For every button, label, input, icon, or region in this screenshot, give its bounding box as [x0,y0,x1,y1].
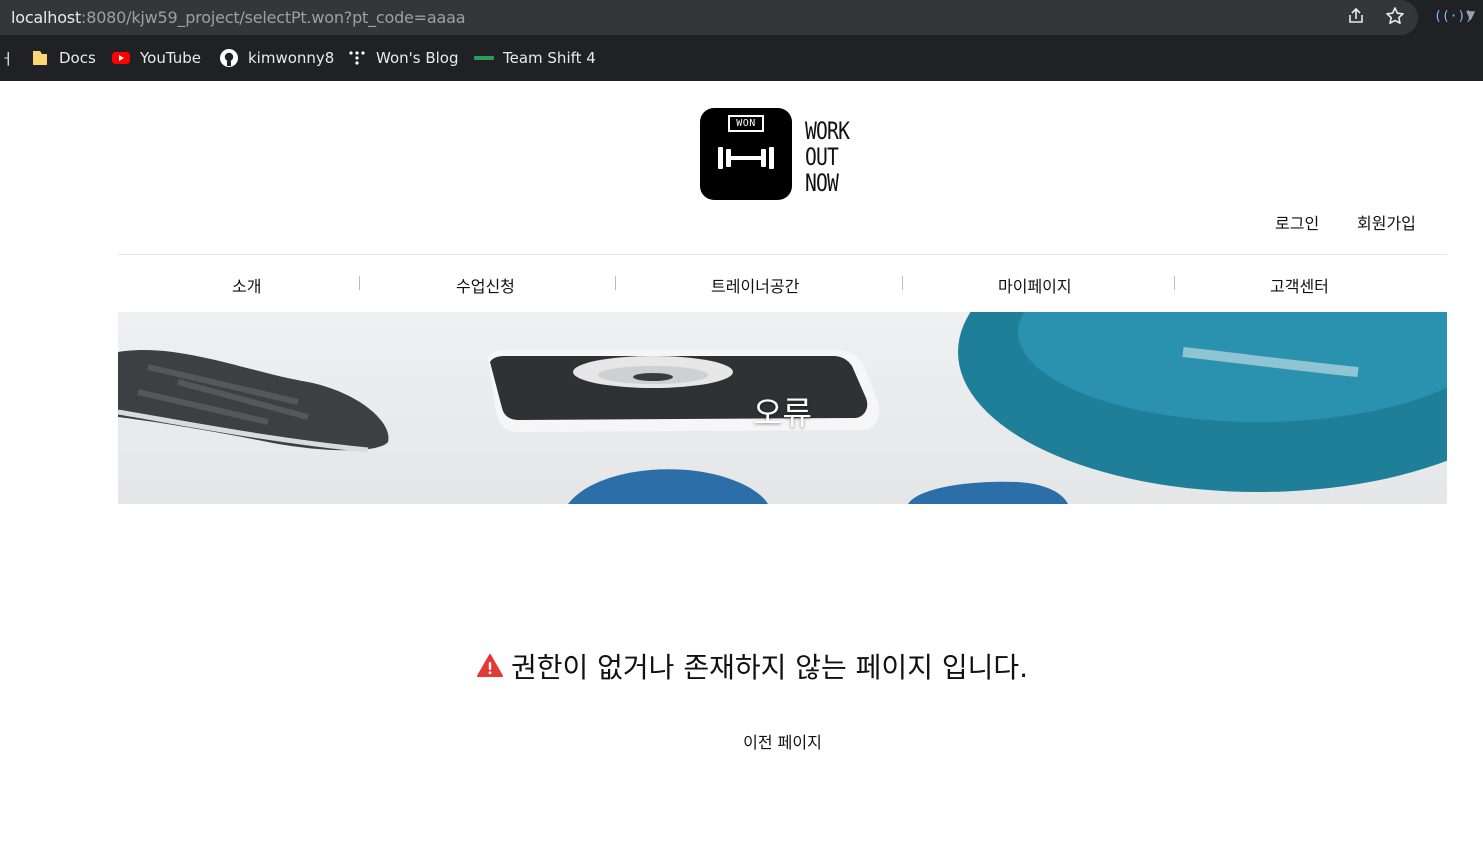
bookmark-youtube[interactable]: YouTube [111,45,201,71]
nav-separator [1174,276,1175,290]
site-logo-text[interactable]: WORK OUT NOW [805,117,850,197]
bookmarks-bar: ㅓ Docs YouTube kimwonny8 Won's Blog Team… [0,35,1483,81]
bookmark-label: kimwonny8 [248,49,335,67]
nav-separator [359,276,360,290]
bookmark-github[interactable]: kimwonny8 [219,45,334,71]
nav-item-class-apply[interactable]: 수업신청 [456,273,515,297]
chevron-down-icon[interactable]: ▼ [1466,4,1480,26]
logo-badge: WON [728,115,764,132]
extension-icon[interactable]: ((·)) [1434,6,1473,28]
bookmark-wons-blog[interactable]: Won's Blog [347,45,459,71]
share-icon[interactable] [1345,6,1367,28]
logo-line: NOW [805,169,839,197]
nav-item-trainer-space[interactable]: 트레이너공간 [711,273,799,297]
back-button[interactable]: 이전 페이지 [0,729,1483,753]
bookmark-label: YouTube [140,49,201,67]
logo-line: OUT [805,143,839,171]
github-icon [219,48,239,68]
bookmark-docs[interactable]: Docs [30,45,96,71]
warning-icon [476,653,503,679]
hero-banner: 오류 [118,312,1447,504]
error-message: 권한이 없거나 존재하지 않는 페이지 입니다. [0,646,1483,686]
bookmark-label: Docs [59,49,96,67]
blog-icon [347,48,367,68]
nav-separator [615,276,616,290]
site-logo-mark[interactable]: WON [700,108,792,200]
bookmark-team-shift[interactable]: Team Shift 4 [474,45,596,71]
bookmark-clipped-label[interactable]: ㅓ [0,48,14,69]
nav-item-intro[interactable]: 소개 [232,273,261,297]
folder-icon [30,48,50,68]
header-divider [118,254,1447,255]
nav-item-customer-center[interactable]: 고객센터 [1270,273,1329,297]
address-bar[interactable]: localhost:8080/kjw59_project/selectPt.wo… [0,0,1418,35]
dumbbell-icon [718,147,774,169]
browser-window-chrome: localhost:8080/kjw59_project/selectPt.wo… [0,0,1483,81]
bookmark-label: Team Shift 4 [503,49,596,67]
error-message-text: 권한이 없거나 존재하지 않는 페이지 입니다. [510,651,1029,684]
signup-link[interactable]: 회원가입 [1357,210,1416,234]
team-icon [474,48,494,68]
nav-item-mypage[interactable]: 마이페이지 [998,273,1072,297]
bookmark-star-icon[interactable] [1384,6,1406,28]
logo-line: WORK [805,117,850,145]
youtube-icon [111,48,131,68]
login-link[interactable]: 로그인 [1275,210,1319,234]
hero-title: 오류 [753,394,812,432]
nav-separator [902,276,903,290]
url-text[interactable]: localhost:8080/kjw59_project/selectPt.wo… [11,8,466,27]
bookmark-label: Won's Blog [376,49,459,67]
